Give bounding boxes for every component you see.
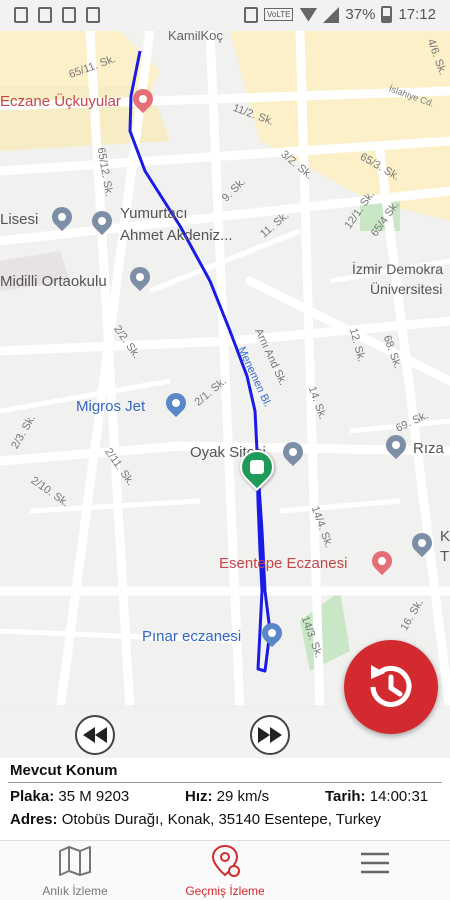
nav-live-tracking[interactable]: Anlık İzleme (0, 841, 150, 900)
address-value: Otobüs Durağı, Konak, 35140 Esentepe, Tu… (61, 811, 382, 828)
poi-label: Pınar eczanesi (142, 628, 242, 645)
bottom-navigation: Anlık İzleme Geçmiş İzleme (0, 840, 450, 900)
fast-forward-button[interactable] (250, 715, 290, 755)
map-background (0, 31, 450, 711)
volte-badge: VoLTE (264, 8, 294, 21)
plate-value: 35 M 9203 (58, 788, 130, 805)
address-label: Adres: (10, 811, 58, 828)
date-label: Tarih: (325, 788, 366, 805)
history-button[interactable] (344, 640, 438, 734)
poi-label: K (440, 528, 450, 545)
poi-label: Eczane Üçkuyular (0, 93, 121, 110)
poi-label: Ahmet Akdeniz... (120, 227, 233, 244)
poi-label: Lisesi (0, 211, 39, 228)
history-icon (370, 665, 412, 707)
date-value: 14:00:31 (369, 788, 429, 805)
location-history-icon (211, 844, 240, 877)
battery-percent: 37% (345, 6, 376, 23)
panel-title: Mevcut Konum (10, 762, 118, 779)
wifi-icon (299, 7, 318, 22)
nav-label: Geçmiş İzleme (185, 884, 265, 898)
speed-label: Hız: (185, 788, 213, 805)
notification-icons (14, 7, 100, 23)
poi-label: Esentepe Eczanesi (219, 555, 348, 572)
poi-label: Migros Jet (76, 398, 146, 415)
signal-icon (323, 6, 340, 23)
nav-menu[interactable] (300, 841, 450, 900)
android-icon (86, 7, 100, 23)
plate-label: Plaka: (10, 788, 55, 805)
sim-icon (62, 7, 76, 23)
fast-forward-icon (258, 727, 282, 743)
nav-label: Anlık İzleme (42, 884, 108, 898)
poi-label: T (440, 548, 450, 565)
map-icon (59, 846, 91, 876)
speed-value: 29 km/s (216, 788, 270, 805)
status-bar: VoLTE 37% 17:12 (0, 0, 450, 31)
map-view[interactable]: KamilKoç 65/11. Sk. 4/6. Sk. 11/2. Sk. İ… (0, 31, 450, 711)
plate-row: Plaka: 35 M 9203 (10, 788, 129, 805)
poi-label: Rıza (413, 440, 444, 457)
image-icon (14, 7, 28, 23)
rewind-button[interactable] (75, 715, 115, 755)
clock: 17:12 (398, 6, 436, 23)
street-label: KamilKoç (168, 31, 223, 43)
usb-icon (38, 7, 52, 23)
speed-row: Hız: 29 km/s (185, 788, 269, 805)
rewind-icon (83, 727, 107, 743)
vibrate-icon (244, 6, 258, 23)
battery-icon (381, 6, 393, 23)
divider (8, 782, 442, 783)
poi-label: Midilli Ortaokulu (0, 273, 107, 290)
nav-history-tracking[interactable]: Geçmiş İzleme (150, 841, 300, 900)
poi-label: Yumurtacı (120, 205, 188, 222)
current-location-panel: Mevcut Konum Plaka: 35 M 9203 Hız: 29 km… (0, 758, 450, 840)
date-row: Tarih: 14:00:31 (325, 788, 428, 805)
poi-label: Üniversitesi (370, 281, 443, 297)
poi-label: İzmir Demokra (352, 261, 444, 277)
menu-icon (361, 852, 389, 874)
address-row: Adres: Otobüs Durağı, Konak, 35140 Esent… (10, 811, 381, 828)
